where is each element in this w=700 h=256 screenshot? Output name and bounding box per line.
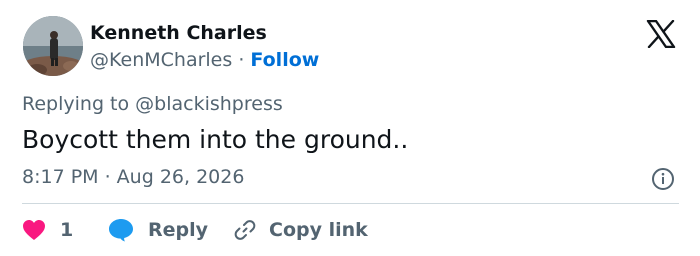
x-logo-icon[interactable]	[646, 20, 676, 48]
heart-icon	[23, 220, 45, 240]
author-name[interactable]: Kenneth Charles	[90, 21, 319, 45]
avatar[interactable]	[23, 16, 83, 76]
follow-button[interactable]: Follow	[250, 49, 319, 71]
divider	[22, 203, 679, 204]
avatar-photo	[23, 16, 83, 76]
tweet-card: Kenneth Charles @KenMCharles · Follow Re…	[0, 0, 700, 256]
handle-row: @KenMCharles · Follow	[90, 48, 319, 72]
author-handle[interactable]: @KenMCharles	[90, 49, 232, 71]
tweet-text: Boycott them into the ground..	[22, 125, 409, 154]
replying-to[interactable]: Replying to @blackishpress	[22, 92, 283, 116]
like-count: 1	[60, 219, 74, 241]
reply-label: Reply	[148, 219, 209, 241]
speech-bubble-icon	[109, 219, 133, 242]
info-icon[interactable]	[651, 167, 675, 191]
reply-button[interactable]: Reply	[108, 218, 233, 242]
separator-dot: ·	[238, 49, 245, 71]
like-button[interactable]: 1	[22, 218, 102, 242]
copy-link-label: Copy link	[269, 219, 368, 241]
link-icon	[234, 220, 256, 240]
copy-link-button[interactable]: Copy link	[233, 218, 368, 242]
action-bar: 1 Reply Copy link	[22, 216, 368, 244]
tweet-timestamp[interactable]: 8:17 PM · Aug 26, 2026	[22, 165, 244, 189]
author-block: Kenneth Charles @KenMCharles · Follow	[90, 21, 319, 72]
